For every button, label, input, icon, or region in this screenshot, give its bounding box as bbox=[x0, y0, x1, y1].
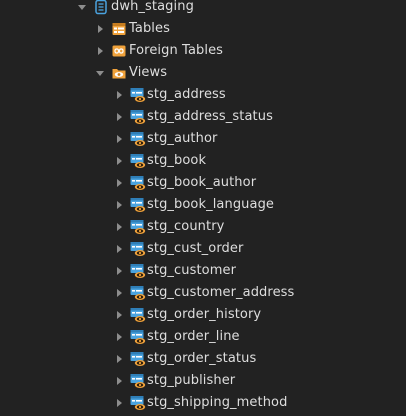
view-name: stg_order_history bbox=[147, 307, 262, 322]
view-name: stg_address bbox=[147, 87, 226, 102]
view-name: stg_book_author bbox=[147, 175, 257, 190]
tree-node-view[interactable]: stg_publisher bbox=[0, 370, 406, 392]
tree-node-view[interactable]: stg_order_status bbox=[0, 348, 406, 370]
tree-node-views[interactable]: Views bbox=[0, 62, 406, 84]
caret-right-icon[interactable] bbox=[117, 267, 122, 275]
tree-node-view[interactable]: stg_order_line bbox=[0, 326, 406, 348]
view-icon bbox=[130, 219, 146, 235]
caret-right-icon[interactable] bbox=[117, 355, 122, 363]
caret-right-icon[interactable] bbox=[117, 91, 122, 99]
view-name: stg_shipping_method bbox=[147, 395, 288, 410]
tree-node-view[interactable]: stg_book_author bbox=[0, 172, 406, 194]
view-name: stg_customer bbox=[147, 263, 237, 278]
caret-right-icon[interactable] bbox=[98, 25, 103, 33]
view-icon bbox=[130, 307, 146, 323]
view-icon bbox=[130, 351, 146, 367]
tree-node-label: Foreign Tables bbox=[129, 43, 224, 58]
tree-node-label: Views bbox=[129, 65, 168, 80]
tree-node-view[interactable]: stg_customer bbox=[0, 260, 406, 282]
caret-down-icon[interactable] bbox=[78, 5, 86, 10]
tree-node-view[interactable]: stg_shipping_method bbox=[0, 392, 406, 414]
view-name: stg_customer_address bbox=[147, 285, 295, 300]
views-icon bbox=[111, 65, 127, 81]
view-name: stg_author bbox=[147, 131, 218, 146]
view-icon bbox=[130, 153, 146, 169]
view-icon bbox=[130, 87, 146, 103]
view-icon bbox=[130, 175, 146, 191]
view-name: stg_order_line bbox=[147, 329, 240, 344]
database-icon bbox=[93, 0, 109, 15]
view-name: stg_country bbox=[147, 219, 225, 234]
tree-node-label: Tables bbox=[129, 21, 170, 36]
caret-right-icon[interactable] bbox=[117, 377, 122, 385]
database-name: dwh_staging bbox=[111, 0, 194, 14]
view-icon bbox=[130, 329, 146, 345]
view-name: stg_book_language bbox=[147, 197, 275, 212]
view-icon bbox=[130, 373, 146, 389]
tree-node-view[interactable]: stg_cust_order bbox=[0, 238, 406, 260]
caret-right-icon[interactable] bbox=[117, 289, 122, 297]
tree-node-view[interactable]: stg_book bbox=[0, 150, 406, 172]
caret-right-icon[interactable] bbox=[117, 113, 122, 121]
view-name: stg_publisher bbox=[147, 373, 236, 388]
tree-node-view[interactable]: stg_author bbox=[0, 128, 406, 150]
tree-node-view[interactable]: stg_book_language bbox=[0, 194, 406, 216]
view-icon bbox=[130, 241, 146, 257]
caret-right-icon[interactable] bbox=[117, 399, 122, 407]
view-icon bbox=[130, 109, 146, 125]
view-icon bbox=[130, 197, 146, 213]
tree-node-view[interactable]: stg_order_history bbox=[0, 304, 406, 326]
caret-right-icon[interactable] bbox=[98, 47, 103, 55]
caret-down-icon[interactable] bbox=[96, 71, 104, 76]
view-name: stg_address_status bbox=[147, 109, 273, 124]
tree-node-view[interactable]: stg_address_status bbox=[0, 106, 406, 128]
tree-node-view[interactable]: stg_customer_address bbox=[0, 282, 406, 304]
view-icon bbox=[130, 285, 146, 301]
foreign-tables-icon bbox=[111, 43, 127, 59]
view-icon bbox=[130, 395, 146, 411]
tree-node-view[interactable]: stg_address bbox=[0, 84, 406, 106]
view-name: stg_cust_order bbox=[147, 241, 244, 256]
tree-node-tables[interactable]: Tables bbox=[0, 18, 406, 40]
view-icon bbox=[130, 131, 146, 147]
tree-node-view[interactable]: stg_country bbox=[0, 216, 406, 238]
tree-node-foreign-tables[interactable]: Foreign Tables bbox=[0, 40, 406, 62]
tree-node-database[interactable]: dwh_staging bbox=[0, 0, 406, 18]
caret-right-icon[interactable] bbox=[117, 135, 122, 143]
view-name: stg_book bbox=[147, 153, 207, 168]
view-name: stg_order_status bbox=[147, 351, 257, 366]
caret-right-icon[interactable] bbox=[117, 223, 122, 231]
object-tree: dwh_staging Tables Foreign Tables Views … bbox=[0, 0, 406, 416]
caret-right-icon[interactable] bbox=[117, 311, 122, 319]
caret-right-icon[interactable] bbox=[117, 245, 122, 253]
caret-right-icon[interactable] bbox=[117, 333, 122, 341]
caret-right-icon[interactable] bbox=[117, 157, 122, 165]
caret-right-icon[interactable] bbox=[117, 179, 122, 187]
caret-right-icon[interactable] bbox=[117, 201, 122, 209]
tables-icon bbox=[111, 21, 127, 37]
view-icon bbox=[130, 263, 146, 279]
